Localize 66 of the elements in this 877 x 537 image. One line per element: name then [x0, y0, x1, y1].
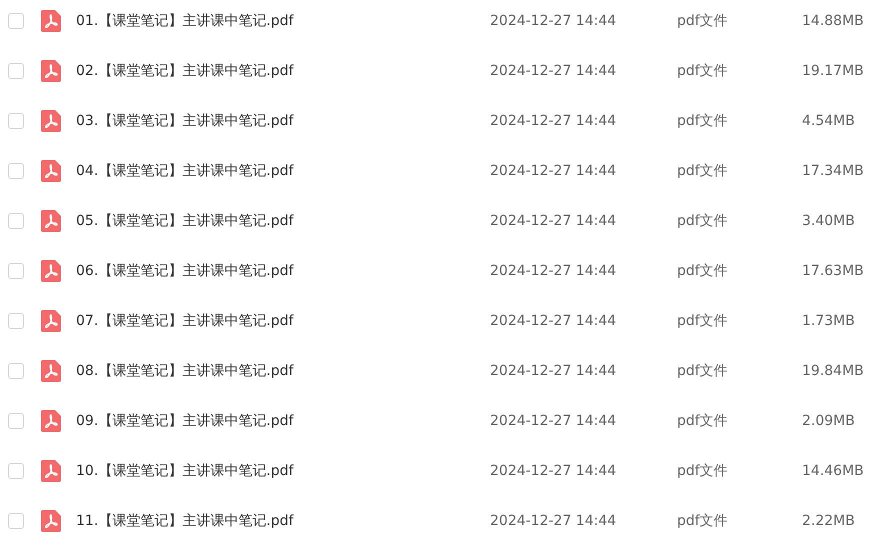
modified-date: 2024-12-27 14:44	[490, 363, 618, 379]
file-type: pdf文件	[677, 362, 729, 380]
pdf-file-icon	[41, 360, 61, 382]
file-size: 2.22MB	[802, 513, 855, 529]
file-type: pdf文件	[677, 412, 729, 430]
pdf-file-icon	[41, 210, 61, 232]
file-size: 2.09MB	[802, 413, 855, 429]
file-type: pdf文件	[677, 262, 729, 280]
file-size: 19.84MB	[802, 363, 864, 379]
checkbox[interactable]	[8, 513, 24, 529]
file-name[interactable]: 09.【课堂笔记】主讲课中笔记.pdf	[76, 412, 490, 430]
file-name[interactable]: 08.【课堂笔记】主讲课中笔记.pdf	[76, 362, 490, 380]
file-name[interactable]: 10.【课堂笔记】主讲课中笔记.pdf	[76, 462, 490, 480]
file-size: 14.46MB	[802, 463, 864, 479]
checkbox[interactable]	[8, 13, 24, 29]
checkbox[interactable]	[8, 263, 24, 279]
file-name[interactable]: 03.【课堂笔记】主讲课中笔记.pdf	[76, 112, 490, 130]
checkbox[interactable]	[8, 363, 24, 379]
file-type: pdf文件	[677, 212, 729, 230]
file-name[interactable]: 11.【课堂笔记】主讲课中笔记.pdf	[76, 512, 490, 530]
pdf-file-icon	[41, 110, 61, 132]
file-name[interactable]: 04.【课堂笔记】主讲课中笔记.pdf	[76, 162, 490, 180]
modified-date: 2024-12-27 14:44	[490, 113, 618, 129]
file-type: pdf文件	[677, 112, 729, 130]
file-size: 1.73MB	[802, 313, 855, 329]
file-size: 17.34MB	[802, 163, 864, 179]
checkbox[interactable]	[8, 63, 24, 79]
modified-date: 2024-12-27 14:44	[490, 263, 618, 279]
file-size: 3.40MB	[802, 213, 855, 229]
file-size: 17.63MB	[802, 263, 864, 279]
modified-date: 2024-12-27 14:44	[490, 213, 618, 229]
file-size: 14.88MB	[802, 13, 864, 29]
pdf-file-icon	[41, 510, 61, 532]
checkbox[interactable]	[8, 163, 24, 179]
file-type: pdf文件	[677, 12, 729, 30]
pdf-file-icon	[41, 160, 61, 182]
modified-date: 2024-12-27 14:44	[490, 63, 618, 79]
checkbox[interactable]	[8, 113, 24, 129]
pdf-file-icon	[41, 260, 61, 282]
modified-date: 2024-12-27 14:44	[490, 463, 618, 479]
pdf-file-icon	[41, 410, 61, 432]
file-type: pdf文件	[677, 162, 729, 180]
file-name[interactable]: 06.【课堂笔记】主讲课中笔记.pdf	[76, 262, 490, 280]
pdf-file-icon	[41, 60, 61, 82]
file-size: 19.17MB	[802, 63, 864, 79]
checkbox[interactable]	[8, 313, 24, 329]
file-name[interactable]: 02.【课堂笔记】主讲课中笔记.pdf	[76, 62, 490, 80]
checkbox[interactable]	[8, 463, 24, 479]
pdf-file-icon	[41, 310, 61, 332]
file-name[interactable]: 05.【课堂笔记】主讲课中笔记.pdf	[76, 212, 490, 230]
file-size: 4.54MB	[802, 113, 855, 129]
modified-date: 2024-12-27 14:44	[490, 163, 618, 179]
file-type: pdf文件	[677, 512, 729, 530]
modified-date: 2024-12-27 14:44	[490, 513, 618, 529]
checkbox[interactable]	[8, 213, 24, 229]
modified-date: 2024-12-27 14:44	[490, 413, 618, 429]
modified-date: 2024-12-27 14:44	[490, 13, 618, 29]
file-type: pdf文件	[677, 62, 729, 80]
pdf-file-icon	[41, 460, 61, 482]
file-name[interactable]: 01.【课堂笔记】主讲课中笔记.pdf	[76, 12, 490, 30]
modified-date: 2024-12-27 14:44	[490, 313, 618, 329]
checkbox[interactable]	[8, 413, 24, 429]
file-type: pdf文件	[677, 312, 729, 330]
pdf-file-icon	[41, 10, 61, 32]
file-name[interactable]: 07.【课堂笔记】主讲课中笔记.pdf	[76, 312, 490, 330]
file-type: pdf文件	[677, 462, 729, 480]
